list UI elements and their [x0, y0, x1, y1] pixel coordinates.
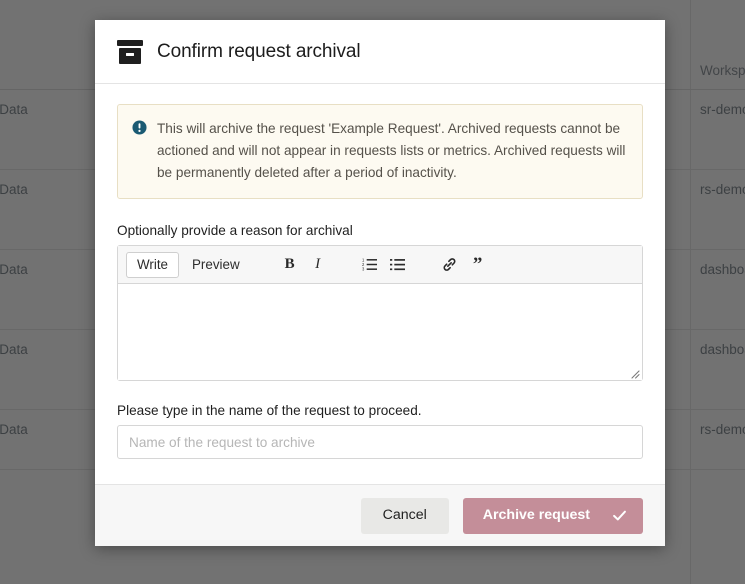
- markdown-editor: Write Preview B I 1 2 3: [117, 245, 643, 381]
- italic-icon[interactable]: I: [305, 252, 331, 278]
- ordered-list-icon[interactable]: 1 2 3: [357, 252, 383, 278]
- archival-warning-alert: This will archive the request 'Example R…: [117, 104, 643, 199]
- reason-field: Optionally provide a reason for archival…: [117, 223, 643, 381]
- confirm-name-input[interactable]: [117, 425, 643, 459]
- bold-glyph: B: [285, 256, 295, 273]
- confirm-archival-dialog: Confirm request archival This will archi…: [95, 20, 665, 546]
- check-icon: [612, 508, 627, 523]
- quote-glyph: ”: [473, 255, 483, 274]
- page-title: Confirm request archival: [157, 41, 361, 63]
- confirm-name-label: Please type in the name of the request t…: [117, 403, 643, 418]
- svg-text:3: 3: [362, 267, 365, 272]
- info-circle-icon: [132, 120, 147, 135]
- cancel-button[interactable]: Cancel: [361, 498, 449, 534]
- tab-write[interactable]: Write: [126, 252, 179, 278]
- archive-box-icon: [117, 40, 143, 64]
- tab-preview[interactable]: Preview: [181, 252, 251, 278]
- editor-toolbar: Write Preview B I 1 2 3: [118, 246, 642, 284]
- unordered-list-icon[interactable]: [385, 252, 411, 278]
- reason-label: Optionally provide a reason for archival: [117, 223, 643, 238]
- bold-icon[interactable]: B: [277, 252, 303, 278]
- archive-request-label: Archive request: [483, 508, 590, 522]
- quote-icon[interactable]: ”: [465, 252, 491, 278]
- dialog-header: Confirm request archival: [95, 20, 665, 84]
- link-icon[interactable]: [437, 252, 463, 278]
- italic-glyph: I: [315, 256, 320, 273]
- archive-request-button[interactable]: Archive request: [463, 498, 643, 534]
- dialog-body: This will archive the request 'Example R…: [95, 84, 665, 484]
- confirm-name-field: Please type in the name of the request t…: [117, 403, 643, 459]
- alert-message: This will archive the request 'Example R…: [157, 118, 626, 184]
- reason-textarea-wrapper: [118, 284, 642, 380]
- reason-textarea[interactable]: [118, 284, 642, 380]
- dialog-footer: Cancel Archive request: [95, 484, 665, 546]
